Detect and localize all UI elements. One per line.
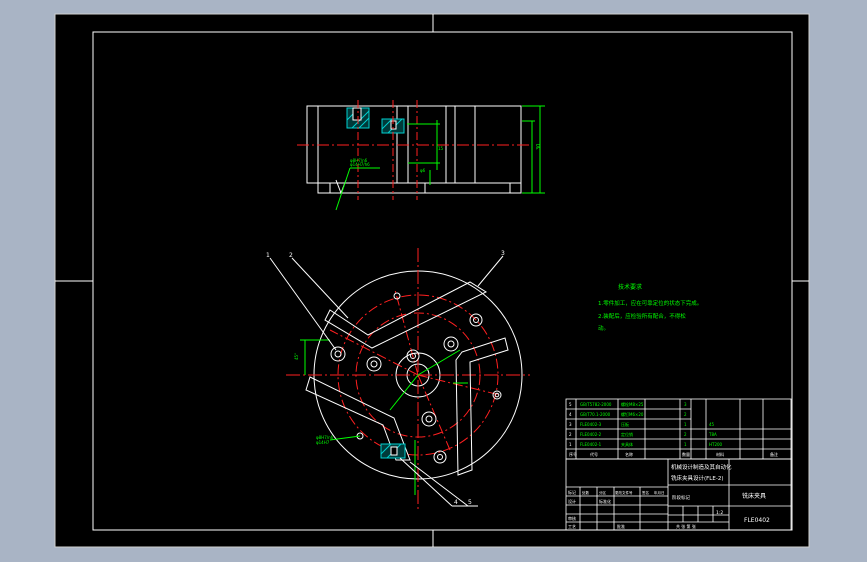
drawing-label: 夹具体	[621, 441, 633, 447]
tech-req-line-3: 动。	[598, 325, 609, 332]
drawing-label: 签名	[642, 490, 649, 495]
balloon-1: 1	[266, 252, 270, 259]
drawing-label: T8A	[708, 432, 717, 437]
drawing-name: 铣床夹具	[742, 492, 766, 500]
drawing-label: 45°	[294, 353, 299, 360]
drawing-no: FLE0402	[744, 517, 770, 524]
project-subtitle: 铣床夹具设计(FLE-2)	[671, 474, 723, 482]
drawing-label: 螺栓M8×25	[621, 401, 644, 407]
drawing-label: 名称	[625, 451, 633, 457]
drawing-label: 数量	[682, 451, 690, 457]
drawing-label: 批准	[617, 523, 625, 529]
balloon-3: 3	[501, 250, 505, 257]
drawing-label: φ14H7	[316, 440, 330, 445]
tech-req-line-2: 2.装配后，应检验所有配合，不得松	[598, 312, 686, 320]
drawing-label: 备注	[770, 451, 778, 457]
balloon-4: 4	[454, 499, 458, 506]
drawing-label: 标准化	[599, 498, 611, 504]
sheet-label: 共 张 第 张	[676, 523, 696, 529]
project-name: 机械设计制造及其自动化	[671, 463, 732, 471]
drawing-label: 代号	[590, 451, 598, 457]
drawing-label: HT200	[709, 442, 723, 447]
drawing-label: 定位销	[621, 431, 633, 437]
drawing-label: GB/T70.1-2000	[580, 412, 611, 417]
drawing-label: 年月日	[654, 490, 665, 495]
drawing-label: 15	[438, 146, 444, 151]
drawing-label: 更改文件号	[615, 490, 633, 495]
scale-value: 1:2	[716, 510, 723, 516]
drawing-label: 工艺	[568, 524, 576, 529]
balloon-5: 5	[468, 499, 472, 506]
drawing-label: 分区	[599, 490, 607, 495]
drawing-label: 审核	[568, 515, 576, 521]
drawing-label: 处数	[582, 490, 590, 495]
drawing-label: FLE0402-2	[580, 432, 602, 437]
drawing-label: 30	[536, 144, 542, 150]
drawing-label: 螺钉M6×20	[621, 411, 644, 417]
drawing-label: FLE0402-1	[580, 442, 602, 447]
cad-drawing-canvas: 30 φ8H7/n6 φ14H7/h6 φ6 15 45° φ8H7/n6 φ1…	[54, 13, 810, 548]
drawing-label: φ6	[420, 168, 426, 173]
drawing-label: 45	[709, 422, 715, 427]
drawing-label: FLE0402-3	[580, 422, 602, 427]
drawing-label: 压板	[621, 421, 629, 427]
drawing-label: φ14H7/h6	[350, 162, 370, 167]
drawing-label: GB/T5782-2000	[580, 402, 612, 407]
drawing-label: 材料	[716, 451, 724, 457]
balloon-2: 2	[289, 252, 293, 259]
drawing-label: 设计	[568, 498, 576, 504]
tech-req-title: 技术要求	[618, 283, 642, 291]
stage-label: 阶段标记	[672, 494, 690, 501]
tech-req-line-1: 1.零件加工，应在可靠定位的状态下完成。	[598, 299, 702, 307]
drawing-label: 序号	[569, 451, 577, 457]
drawing-label: 标记	[568, 489, 576, 495]
